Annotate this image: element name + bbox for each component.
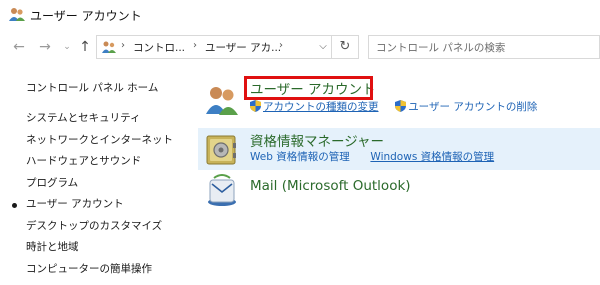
highlight-box — [244, 76, 373, 100]
sidebar-item-ease-of-access[interactable]: コンピューターの簡単操作 — [0, 259, 190, 281]
user-accounts-icon[interactable] — [204, 82, 240, 118]
category-user-accounts: ユーザー アカウント アカウントの種類の変更 ユーザー アカウントの削除 — [198, 76, 600, 128]
breadcrumb-user-accounts[interactable]: ユーザー アカ... — [205, 40, 281, 55]
mail-heading-link[interactable]: Mail (Microsoft Outlook) — [250, 178, 411, 194]
credential-manager-task-links: Web 資格情報の管理 Windows 資格情報の管理 — [250, 149, 494, 164]
up-arrow-icon[interactable]: ↑ — [76, 38, 94, 56]
search-box[interactable] — [368, 35, 600, 59]
category-list: システムとセキュリティ ネットワークとインターネット ハードウェアとサウンド プ… — [0, 108, 190, 280]
left-navigation-pane: コントロール パネル ホーム システムとセキュリティ ネットワークとインターネッ… — [0, 64, 190, 285]
manage-windows-credentials-link[interactable]: Windows 資格情報の管理 — [370, 151, 494, 163]
title-bar: ユーザー アカウント — [0, 0, 600, 30]
user-accounts-task-links: アカウントの種類の変更 ユーザー アカウントの削除 — [250, 99, 537, 114]
users-icon — [9, 8, 25, 21]
sidebar-item-programs[interactable]: プログラム — [0, 173, 190, 195]
address-bar[interactable]: › コントロ... › ユーザー アカ... › ⌵ — [96, 35, 358, 59]
control-panel-icon — [102, 41, 116, 53]
sidebar-item-hardware-sound[interactable]: ハードウェアとサウンド — [0, 151, 190, 173]
chevron-down-icon[interactable]: ⌄ — [58, 38, 76, 56]
sidebar-item-clock-region[interactable]: 時計と地域 — [0, 237, 190, 259]
credential-manager-heading-link[interactable]: 資格情報マネージャー — [250, 130, 384, 150]
breadcrumb-separator[interactable]: › — [121, 40, 125, 51]
sidebar-item-network-internet[interactable]: ネットワークとインターネット — [0, 130, 190, 152]
category-credential-manager: 資格情報マネージャー Web 資格情報の管理 Windows 資格情報の管理 — [198, 128, 600, 170]
category-mail: Mail (Microsoft Outlook) — [198, 170, 600, 210]
mail-icon[interactable] — [204, 172, 240, 208]
main-content: ユーザー アカウント アカウントの種類の変更 ユーザー アカウントの削除 資格情… — [190, 64, 600, 285]
back-arrow-icon[interactable]: ← — [10, 38, 28, 56]
breadcrumb-separator[interactable]: › — [193, 40, 197, 51]
sidebar-item-system-security[interactable]: システムとセキュリティ — [0, 108, 190, 130]
control-panel-home-link[interactable]: コントロール パネル ホーム — [26, 80, 158, 95]
window-title: ユーザー アカウント — [30, 9, 142, 23]
forward-arrow-icon[interactable]: → — [36, 38, 54, 56]
address-dropdown-icon[interactable]: ⌵ — [315, 38, 331, 56]
shield-icon — [395, 100, 407, 112]
search-input[interactable] — [369, 37, 589, 59]
manage-web-credentials-link[interactable]: Web 資格情報の管理 — [250, 151, 350, 163]
credential-vault-icon[interactable] — [204, 132, 240, 168]
remove-user-accounts-link[interactable]: ユーザー アカウントの削除 — [408, 101, 537, 113]
refresh-icon[interactable]: ↻ — [331, 35, 359, 59]
sidebar-item-appearance[interactable]: デスクトップのカスタマイズ — [0, 216, 190, 238]
breadcrumb-control-panel[interactable]: コントロ... — [133, 40, 185, 55]
navigation-bar: ← → ⌄ ↑ › コントロ... › ユーザー アカ... › ⌵ ↻ — [0, 30, 600, 64]
breadcrumb-separator[interactable]: › — [279, 40, 283, 51]
shield-icon — [250, 100, 261, 112]
change-account-type-link[interactable]: アカウントの種類の変更 — [263, 101, 379, 113]
sidebar-item-user-accounts[interactable]: ユーザー アカウント — [0, 194, 190, 216]
